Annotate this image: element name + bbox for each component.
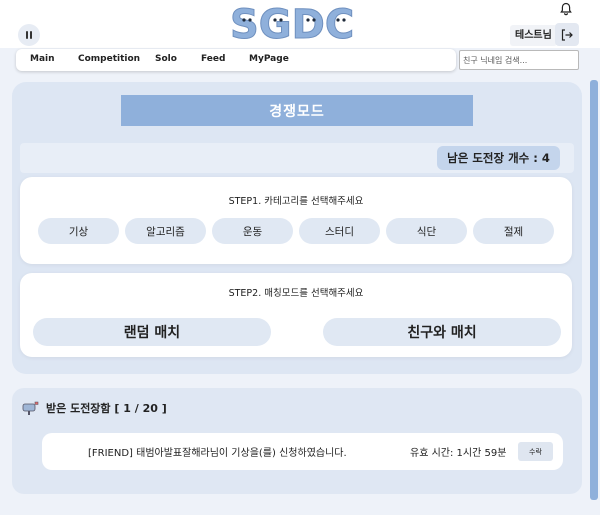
category-abstinence-button[interactable]: 절제 bbox=[473, 218, 554, 244]
logo-text: SGDC bbox=[230, 2, 354, 46]
random-match-button[interactable]: 랜덤 매치 bbox=[33, 318, 271, 346]
category-wake-up-button[interactable]: 기상 bbox=[38, 218, 119, 244]
logout-button[interactable] bbox=[555, 23, 579, 46]
remaining-challenges-badge: 남은 도전장 개수 : 4 bbox=[437, 146, 560, 170]
challenge-list-item: [FRIEND] 태범아발표잘해라님이 기상을(를) 신청하였습니다. 유효 시… bbox=[42, 433, 563, 470]
menu-icon bbox=[26, 31, 28, 39]
category-diet-button[interactable]: 식단 bbox=[386, 218, 467, 244]
step2-card: STEP2. 매칭모드를 선택해주세요 랜덤 매치 친구와 매치 bbox=[20, 273, 572, 357]
sgdc-logo[interactable]: SGDC bbox=[228, 0, 368, 47]
logout-icon bbox=[561, 28, 573, 41]
scrollbar[interactable] bbox=[590, 80, 598, 500]
nav-competition[interactable]: Competition bbox=[78, 54, 140, 64]
inbox-title: 받은 도전장함 [ 1 / 20 ] bbox=[46, 402, 167, 415]
category-algorithm-button[interactable]: 알고리즘 bbox=[125, 218, 206, 244]
bell-icon[interactable] bbox=[559, 2, 573, 16]
nav-mypage[interactable]: MyPage bbox=[249, 54, 289, 64]
step1-card: STEP1. 카테고리를 선택해주세요 기상 알고리즘 운동 스터디 식단 절제 bbox=[20, 177, 572, 264]
category-study-button[interactable]: 스터디 bbox=[299, 218, 380, 244]
friend-search-input[interactable] bbox=[459, 50, 579, 70]
friend-match-button[interactable]: 친구와 매치 bbox=[323, 318, 561, 346]
inbox-header: 받은 도전장함 [ 1 / 20 ] bbox=[22, 400, 167, 416]
category-exercise-button[interactable]: 운동 bbox=[212, 218, 293, 244]
step2-title: STEP2. 매칭모드를 선택해주세요 bbox=[228, 288, 364, 299]
step1-title: STEP1. 카테고리를 선택해주세요 bbox=[228, 196, 364, 207]
challenge-message: [FRIEND] 태범아발표잘해라님이 기상을(를) 신청하였습니다. bbox=[88, 448, 347, 459]
nav-solo[interactable]: Solo bbox=[155, 54, 177, 64]
user-name[interactable]: 테스트님 bbox=[510, 25, 557, 46]
accept-button[interactable]: 수락 bbox=[518, 442, 553, 461]
mailbox-icon bbox=[22, 401, 39, 415]
page-title: 경쟁모드 bbox=[121, 95, 473, 126]
menu-icon-bar bbox=[30, 31, 32, 39]
menu-button[interactable] bbox=[18, 24, 40, 46]
nav-feed[interactable]: Feed bbox=[201, 54, 225, 64]
nav-main[interactable]: Main bbox=[30, 54, 55, 64]
challenge-expire-time: 유효 시간: 1시간 59분 bbox=[410, 448, 507, 459]
main-nav: Main Competition Solo Feed MyPage bbox=[16, 49, 456, 71]
